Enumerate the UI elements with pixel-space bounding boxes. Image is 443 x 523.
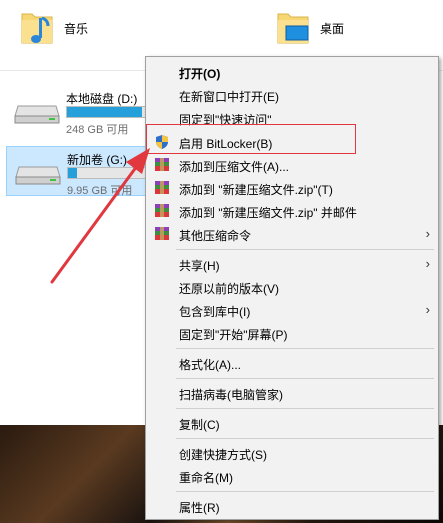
annotation-arrow — [50, 148, 150, 284]
